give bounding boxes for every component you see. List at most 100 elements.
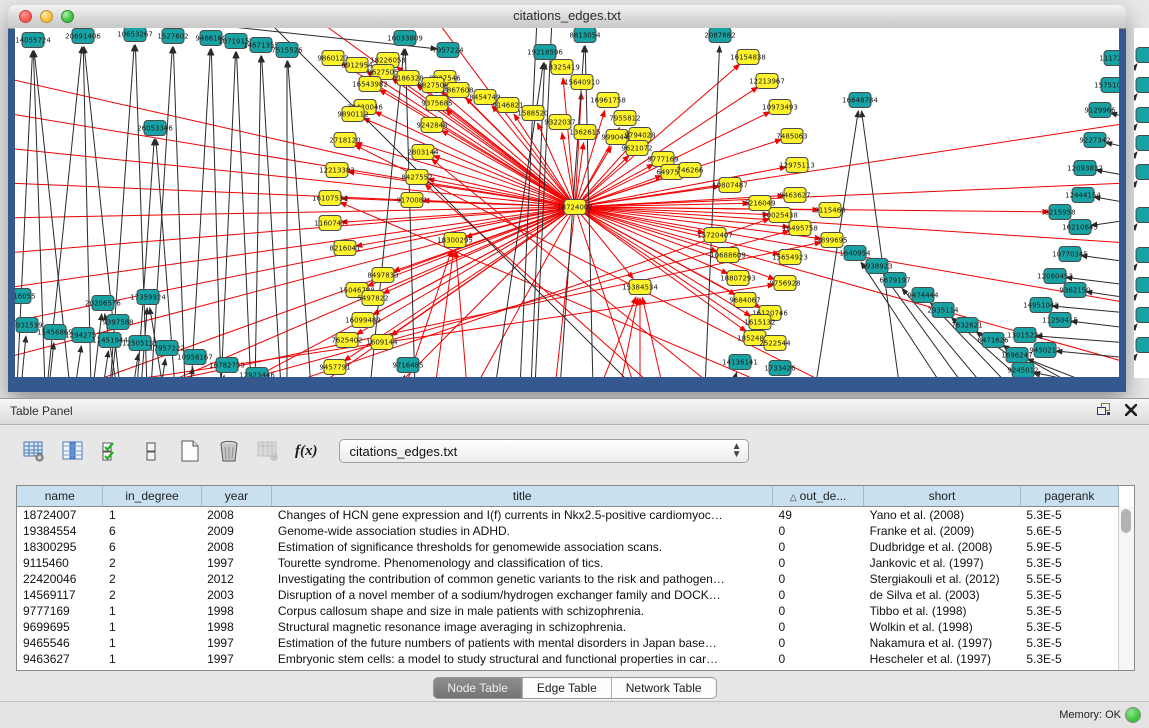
svg-text:6679197: 6679197 [879,277,910,285]
minimize-window-button[interactable] [40,10,53,23]
graph-node[interactable] [1136,108,1149,123]
column-header[interactable]: short [864,486,1021,507]
svg-text:1117264: 1117264 [1099,55,1119,63]
graph-node[interactable] [1136,308,1149,323]
column-header[interactable]: name [17,486,103,507]
svg-text:16099489: 16099489 [345,317,381,325]
svg-text:20206576: 20206576 [85,300,121,308]
table-settings-button[interactable] [22,439,46,463]
graph-node[interactable] [1136,338,1149,353]
memory-status-label: Memory: OK [1059,708,1121,722]
svg-text:16033809: 16033809 [387,35,423,43]
svg-text:15640910: 15640910 [564,79,600,87]
table-row[interactable]: 969969511998Structural magnetic resonanc… [17,619,1119,635]
graph-node[interactable] [1136,48,1149,63]
table-source-dropdown[interactable]: citations_edges.txt ▲▼ [339,439,749,463]
svg-text:15384534: 15384534 [622,284,658,292]
svg-text:7515526: 7515526 [271,47,303,55]
svg-text:14951042: 14951042 [1023,302,1059,310]
svg-text:7955812: 7955812 [609,115,640,123]
svg-text:1588520: 1588520 [517,110,548,118]
column-header[interactable]: △out_de... [773,486,864,507]
close-window-button[interactable] [19,10,32,23]
function-builder-button[interactable]: f(x) [295,439,318,463]
column-header[interactable]: year [201,486,272,507]
graph-node[interactable] [1136,78,1149,93]
svg-text:5938923: 5938923 [861,263,892,271]
svg-text:16782759: 16782759 [209,362,245,370]
table-mode-tabs: Node Table Edge Table Network Table [432,677,716,699]
column-header[interactable]: pagerank [1020,486,1118,507]
nodes-layer: 1872400714055724206914061065326715276029… [15,28,1119,377]
table-row[interactable]: 911546021997Tourette syndrome. Phenomeno… [17,555,1119,571]
table-row[interactable]: 977716911998Corpus callosum shape and si… [17,603,1119,619]
svg-text:16154838: 16154838 [730,54,766,62]
svg-text:8454749: 8454749 [469,94,500,102]
svg-text:20691406: 20691406 [65,33,101,41]
svg-text:19218596: 19218596 [527,49,563,57]
svg-text:18325419: 18325419 [544,64,580,72]
table-scrollbar[interactable] [1118,507,1134,670]
svg-text:13015224: 13015224 [1007,332,1043,340]
graph-node[interactable] [1136,248,1149,263]
svg-text:9170081: 9170081 [396,197,427,205]
table-row[interactable]: 1830029562008Estimation of significance … [17,539,1119,555]
tab-edge-table[interactable]: Edge Table [523,678,612,698]
svg-text:16961758: 16961758 [590,97,626,105]
select-columns-button[interactable] [61,439,85,463]
graph-node[interactable] [1136,165,1149,180]
svg-text:10688609: 10688609 [710,252,746,260]
tab-network-table[interactable]: Network Table [612,678,716,698]
table-row[interactable]: 946554611997Estimation of the future num… [17,635,1119,651]
tab-node-table[interactable]: Node Table [433,678,523,698]
svg-text:746266: 746266 [677,167,704,175]
table-source-value: citations_edges.txt [350,444,732,459]
svg-text:9450212: 9450212 [1029,347,1060,355]
node-table: namein_degreeyeartitle△out_de...shortpag… [16,485,1135,671]
svg-text:9115460: 9115460 [814,207,845,215]
table-row[interactable]: 1938455462009Genome-wide association stu… [17,523,1119,539]
svg-text:9621072: 9621072 [621,145,652,153]
svg-text:9146821: 9146821 [492,102,523,110]
graph-node[interactable] [1136,208,1149,223]
svg-text:8497833: 8497833 [367,272,398,280]
float-panel-icon[interactable] [1097,403,1111,421]
rows-button[interactable] [139,439,163,463]
zoom-window-button[interactable] [61,10,74,23]
column-header[interactable]: title [272,486,773,507]
new-table-button[interactable] [178,439,202,463]
svg-text:1615132: 1615132 [744,319,775,327]
svg-text:12444154: 12444154 [1065,192,1101,200]
table-row[interactable]: 946362711997Embryonic stem cells: a mode… [17,651,1119,667]
svg-text:9794028: 9794028 [624,132,655,140]
svg-text:12975113: 12975113 [779,162,815,170]
select-rows-check-button[interactable] [100,439,124,463]
table-row[interactable]: 1456911722003Disruption of a novel membe… [17,587,1119,603]
svg-text:26053346: 26053346 [137,125,173,133]
network-canvas[interactable]: 1872400714055724206914061065326715276029… [15,28,1119,377]
column-header[interactable]: in_degree [103,486,201,507]
svg-text:8471626: 8471626 [977,337,1009,345]
import-table-button[interactable] [256,439,280,463]
window-titlebar[interactable]: citations_edges.txt [8,5,1126,29]
svg-text:10770345: 10770345 [1052,251,1088,259]
svg-text:12923446: 12923446 [239,372,275,378]
graph-node[interactable] [1136,136,1149,151]
dropdown-arrows-icon: ▲▼ [732,443,742,459]
svg-text:15654923: 15654923 [772,254,808,262]
close-panel-icon[interactable] [1125,403,1137,421]
svg-text:9242848: 9242848 [416,122,447,130]
svg-text:10807487: 10807487 [712,182,748,190]
table-scrollbar-thumb[interactable] [1121,509,1131,533]
window-title: citations_edges.txt [8,5,1126,27]
delete-table-button[interactable] [217,439,241,463]
svg-text:9716485: 9716485 [392,362,423,370]
network-window: citations_edges.txt 18724007140557242069… [8,5,1126,392]
svg-text:16648784: 16648784 [842,97,878,105]
table-row[interactable]: 2242004622012Investigating the contribut… [17,571,1119,587]
table-row[interactable]: 1872400712008Changes of HCN gene express… [17,507,1119,524]
svg-text:2087682: 2087682 [704,32,735,40]
memory-ok-indicator[interactable] [1125,707,1141,723]
graph-node[interactable] [1136,278,1149,293]
svg-text:7485063: 7485063 [776,133,807,141]
